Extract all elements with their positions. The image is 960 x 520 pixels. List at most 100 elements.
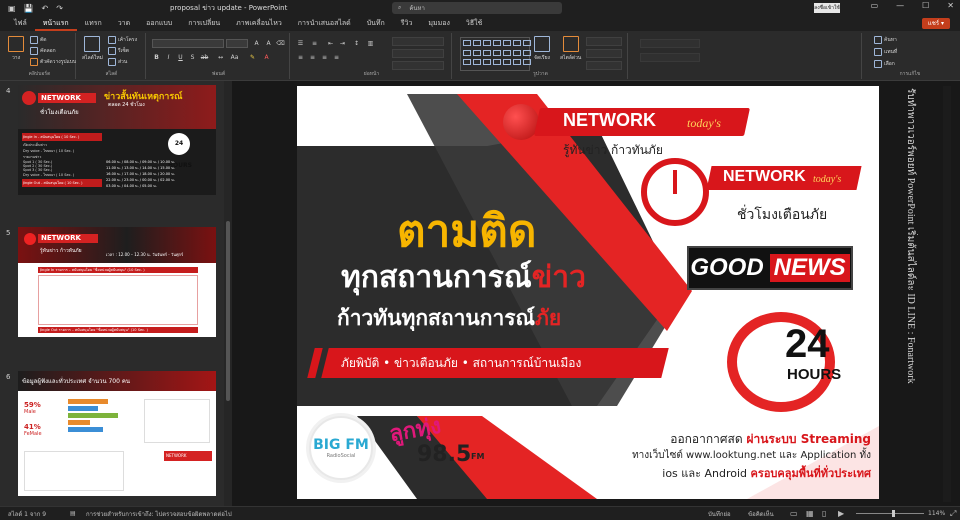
shadow-icon[interactable]: S [188,53,197,62]
scissors-icon [30,36,38,44]
text-direction-dropdown[interactable] [392,37,444,46]
search-box[interactable]: ⌕ ค้นหา [392,2,562,14]
thumbnail-slide-4[interactable]: 4 NETWORK ชั่วโมงเตือนภัย ข่าวสั้นทันเหต… [4,85,228,215]
shape-effects-dropdown[interactable] [586,61,622,70]
italic-icon[interactable]: I [164,53,173,62]
tab-draw[interactable]: วาด [110,16,138,31]
sorter-view-icon[interactable]: ▦ [806,509,814,518]
slide-counter: สไลด์ 1 จาก 9 [8,510,47,518]
clear-format-icon[interactable]: ⌫ [276,39,285,48]
paste-icon [8,36,24,52]
zoom-slider-handle[interactable] [892,510,895,517]
font-color-icon[interactable]: A [262,53,271,62]
shape-outline-dropdown[interactable] [586,49,622,58]
smartart-dropdown[interactable] [392,61,444,70]
ribbon-display-icon[interactable]: ▭ [871,1,879,10]
undo-icon[interactable]: ↶ [42,4,49,13]
tab-design[interactable]: ออกแบบ [138,16,180,31]
tab-insert[interactable]: แทรก [77,16,110,31]
tab-view[interactable]: มุมมอง [420,16,457,31]
misc-dropdown-1[interactable] [640,39,700,48]
thumbnail-slide-5[interactable]: 5 NETWORK รู้ทันข่าว ก้าวทันภัย เวลา : 1… [4,227,228,357]
strikethrough-icon[interactable]: ab [200,53,209,62]
reset-button[interactable]: รีเซ็ต [108,47,129,55]
format-painter-button[interactable]: ตัวคัดวางรูปแบบ [30,58,76,66]
find-button[interactable]: ค้นหา [874,36,897,44]
spacing-icon[interactable]: ↔ [216,53,225,62]
increase-indent-icon[interactable]: ⇥ [338,39,347,48]
slideshow-view-icon[interactable]: ▶ [838,509,844,518]
close-icon[interactable]: ✕ [947,1,954,10]
new-slide-button[interactable]: สไลด์ใหม่ [82,36,103,62]
headline-line1: ทุกสถานการณ์ข่าว [341,254,586,301]
justify-icon[interactable]: ≡ [332,53,341,62]
align-center-icon[interactable]: ≡ [308,53,317,62]
zoom-slider[interactable] [856,510,924,517]
case-icon[interactable]: Aa [230,53,239,62]
misc-dropdown-2[interactable] [640,53,700,62]
quick-styles-button[interactable]: สไตล์ด่วน [560,36,581,62]
accessibility-status[interactable]: การช่วยสำหรับการเข้าถึง: ไปตรวจสอบข้อผิด… [86,509,286,519]
layout-button[interactable]: เค้าโครง [108,36,137,44]
cut-button[interactable]: ตัด [30,36,47,44]
sign-in-button[interactable]: ลงชื่อเข้าใช้ [814,3,840,13]
slide5-brand: NETWORK [38,234,98,243]
highlight-icon[interactable]: ✎ [248,53,257,62]
paste-button[interactable]: วาง [8,36,24,62]
underline-icon[interactable]: U [176,53,185,62]
replace-button[interactable]: แทนที่ [874,48,897,56]
increase-font-icon[interactable]: A [252,39,261,48]
copy-button[interactable]: คัดลอก [30,47,56,55]
align-right-icon[interactable]: ≡ [320,53,329,62]
font-size-dropdown[interactable] [226,39,248,48]
thumbnail-scrollbar[interactable] [224,81,232,506]
select-button[interactable]: เลือก [874,60,895,68]
comments-button[interactable]: ข้อคิดเห็น [748,509,774,519]
redo-icon[interactable]: ↷ [56,4,63,13]
reading-view-icon[interactable]: ▯ [822,509,826,518]
canvas-scrollbar[interactable] [943,86,951,502]
spelling-icon[interactable]: ▤ [70,510,86,517]
thumbnail-slide-6[interactable]: 6 ข้อมูลผู้ฟังและทั่วประเทศ จำนวน 700 คน… [4,371,228,501]
new-slide-icon [84,36,101,52]
font-name-dropdown[interactable] [152,39,224,48]
share-button[interactable]: แชร์ ▾ [921,18,950,29]
save-icon[interactable]: 💾 [24,4,34,13]
autosave-icon[interactable]: ▣ [8,4,16,13]
tab-transitions[interactable]: การเปลี่ยน [180,16,228,31]
tab-animations[interactable]: ภาพเคลื่อนไหว [228,16,290,31]
thumbnail-scroll-thumb[interactable] [226,221,230,401]
normal-view-icon[interactable]: ▭ [790,509,798,518]
minimize-icon[interactable]: — [896,1,904,10]
shape-fill-dropdown[interactable] [586,37,622,46]
slide6-female-pct: 41% [24,423,41,431]
bold-icon[interactable]: B [152,53,161,62]
notes-button[interactable]: บันทึกย่อ [708,509,731,519]
tab-help[interactable]: วิธีใช้ [458,16,490,31]
cut-label: ตัด [40,37,47,43]
arrange-button[interactable]: จัดเรียง [534,36,550,62]
slide-canvas-area: NETWORK today's รู้ทันข่าว ก้าวทันภัย NE… [232,81,960,506]
layout-icon [108,36,116,44]
tab-review[interactable]: รีวิว [393,16,421,31]
bullets-icon[interactable]: ☰ [296,39,305,48]
align-left-icon[interactable]: ≡ [296,53,305,62]
numbering-icon[interactable]: ≡ [310,39,319,48]
maximize-icon[interactable]: ☐ [922,1,929,10]
tab-slideshow[interactable]: การนำเสนอสไลด์ [290,16,359,31]
fit-slide-icon[interactable]: ⤢ [950,509,956,519]
globe-icon [22,91,36,105]
main-slide[interactable]: NETWORK today's รู้ทันข่าว ก้าวทันภัย NE… [297,86,879,499]
tab-home[interactable]: หน้าแรก [34,16,77,31]
section-button[interactable]: ส่วน [108,58,127,66]
decrease-font-icon[interactable]: A [264,39,273,48]
line-spacing-icon[interactable]: ↕ [352,39,361,48]
zoom-level[interactable]: 114% [928,510,945,517]
columns-icon[interactable]: ▥ [366,39,375,48]
slide6-bar [68,420,90,425]
align-text-dropdown[interactable] [392,49,444,58]
shapes-gallery[interactable] [460,37,531,71]
tab-file[interactable]: ไฟล์ [6,16,35,31]
decrease-indent-icon[interactable]: ⇤ [326,39,335,48]
tab-record[interactable]: บันทึก [359,16,393,31]
